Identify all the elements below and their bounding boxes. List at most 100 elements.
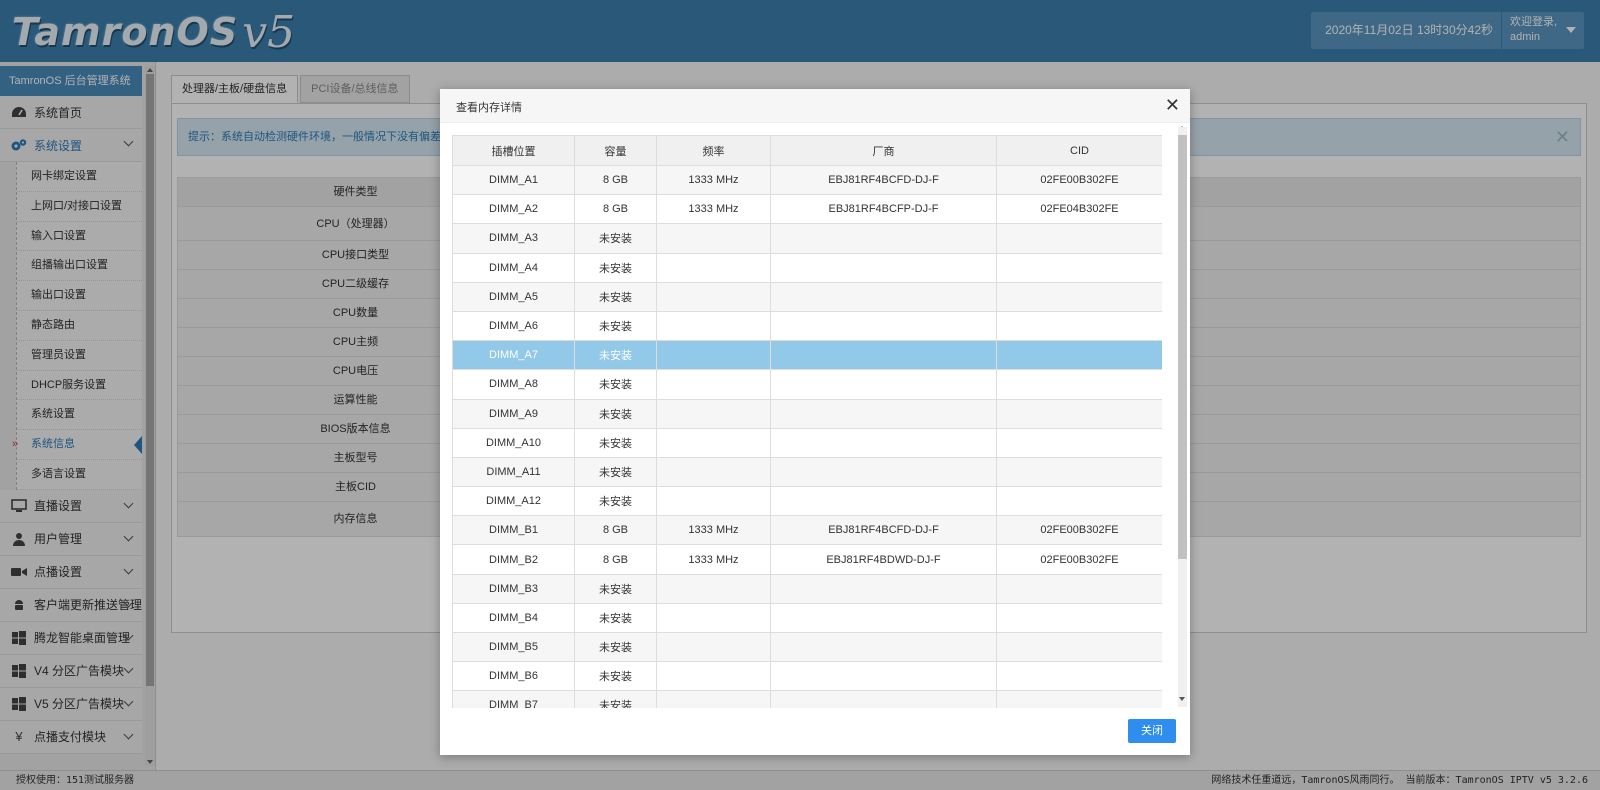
cell-cid xyxy=(996,661,1162,692)
table-row[interactable]: DIMM_A10 未安装 xyxy=(452,427,1162,458)
cell-cid: 02FE00B302FE xyxy=(996,544,1162,575)
table-row[interactable]: DIMM_A7 未安装 xyxy=(452,340,1162,371)
cell-cid xyxy=(996,427,1162,458)
cell-cid xyxy=(996,602,1162,634)
table-row[interactable]: DIMM_A3 未安装 xyxy=(452,223,1162,254)
column-header-frequency: 频率 xyxy=(656,135,771,166)
cell-cid xyxy=(996,223,1162,254)
cell-vendor xyxy=(770,252,997,283)
cell-slot: DIMM_A7 xyxy=(452,340,575,371)
cell-vendor xyxy=(770,427,997,458)
cell-capacity: 8 GB xyxy=(574,544,657,575)
table-row[interactable]: DIMM_A9 未安装 xyxy=(452,398,1162,429)
cell-slot: DIMM_A5 xyxy=(452,281,575,312)
cell-capacity: 未安装 xyxy=(574,223,657,254)
table-row[interactable]: DIMM_B2 8 GB 1333 MHz EBJ81RF4BDWD-DJ-F 02FE… xyxy=(452,544,1162,575)
cell-capacity: 未安装 xyxy=(574,573,657,604)
cell-vendor xyxy=(770,223,997,254)
cell-frequency: 1333 MHz xyxy=(656,544,771,575)
cell-capacity: 未安装 xyxy=(574,398,657,429)
memory-table: 插槽位置 容量 频率 厂商 CID DIMM_A1 8 GB 1333 MHz EBJ… xyxy=(452,135,1162,708)
cell-slot: DIMM_A1 xyxy=(452,164,575,196)
scroll-down-icon[interactable] xyxy=(1179,697,1185,701)
cell-cid xyxy=(996,398,1162,429)
cell-capacity: 未安装 xyxy=(574,690,657,708)
cell-slot: DIMM_B4 xyxy=(452,602,575,634)
cell-cid: 02FE04B302FE xyxy=(996,194,1162,225)
cell-cid xyxy=(996,631,1162,663)
table-row[interactable]: DIMM_B6 未安装 xyxy=(452,661,1162,692)
table-row[interactable]: DIMM_A5 未安装 xyxy=(452,281,1162,312)
cell-frequency xyxy=(656,310,771,342)
cell-cid: 02FE00B302FE xyxy=(996,164,1162,196)
memory-table-container[interactable]: 插槽位置 容量 频率 厂商 CID DIMM_A1 8 GB 1333 MHz EBJ… xyxy=(452,135,1162,708)
table-row[interactable]: DIMM_B5 未安装 xyxy=(452,631,1162,663)
table-row[interactable]: DIMM_A8 未安装 xyxy=(452,369,1162,400)
table-row[interactable]: DIMM_A1 8 GB 1333 MHz EBJ81RF4BCFD-DJ-F 02FE… xyxy=(452,164,1162,196)
cell-vendor xyxy=(770,486,997,517)
cell-capacity: 8 GB xyxy=(574,194,657,225)
cell-frequency: 1333 MHz xyxy=(656,515,771,546)
cell-capacity: 未安装 xyxy=(574,631,657,663)
cell-frequency xyxy=(656,427,771,458)
cell-capacity: 8 GB xyxy=(574,164,657,196)
table-row[interactable]: DIMM_A2 8 GB 1333 MHz EBJ81RF4BCFP-DJ-F 02FE… xyxy=(452,194,1162,225)
cell-slot: DIMM_A2 xyxy=(452,194,575,225)
cell-vendor xyxy=(770,456,997,488)
memory-details-dialog: 查看内存详情 ✕ 插槽位置 容量 频率 厂商 CID DIMM_A1 8 GB 13… xyxy=(440,89,1190,755)
dialog-header: 查看内存详情 ✕ xyxy=(440,89,1190,123)
cell-vendor: EBJ81RF4BCFD-DJ-F xyxy=(770,164,997,196)
dialog-scrollbar[interactable] xyxy=(1176,125,1188,790)
table-row[interactable]: DIMM_B4 未安装 xyxy=(452,602,1162,634)
cell-frequency xyxy=(656,252,771,283)
cell-frequency xyxy=(656,631,771,663)
cell-frequency xyxy=(656,573,771,604)
cell-slot: DIMM_A4 xyxy=(452,252,575,283)
cell-cid xyxy=(996,486,1162,517)
table-row[interactable]: DIMM_A6 未安装 xyxy=(452,310,1162,342)
cell-vendor xyxy=(770,690,997,708)
table-row[interactable]: DIMM_B3 未安装 xyxy=(452,573,1162,604)
cell-vendor xyxy=(770,661,997,692)
scroll-thumb[interactable] xyxy=(1178,135,1187,559)
cell-capacity: 未安装 xyxy=(574,369,657,400)
cell-vendor xyxy=(770,340,997,371)
cell-slot: DIMM_B5 xyxy=(452,631,575,663)
cell-cid xyxy=(996,690,1162,708)
cell-frequency xyxy=(656,690,771,708)
cell-frequency xyxy=(656,340,771,371)
table-row[interactable]: DIMM_B1 8 GB 1333 MHz EBJ81RF4BCFD-DJ-F 02FE… xyxy=(452,515,1162,546)
table-header-row: 插槽位置 容量 频率 厂商 CID xyxy=(452,135,1162,166)
cell-capacity: 未安装 xyxy=(574,486,657,517)
table-row[interactable]: DIMM_A11 未安装 xyxy=(452,456,1162,488)
cell-capacity: 未安装 xyxy=(574,281,657,312)
table-row[interactable]: DIMM_A4 未安装 xyxy=(452,252,1162,283)
close-button[interactable]: 关闭 xyxy=(1128,719,1176,743)
cell-slot: DIMM_A12 xyxy=(452,486,575,517)
cell-vendor xyxy=(770,573,997,604)
cell-cid xyxy=(996,340,1162,371)
cell-slot: DIMM_B7 xyxy=(452,690,575,708)
cell-vendor: EBJ81RF4BCFD-DJ-F xyxy=(770,515,997,546)
cell-capacity: 未安装 xyxy=(574,456,657,488)
cell-frequency xyxy=(656,281,771,312)
cell-frequency xyxy=(656,456,771,488)
cell-frequency: 1333 MHz xyxy=(656,194,771,225)
column-header-vendor: 厂商 xyxy=(770,135,997,166)
cell-frequency xyxy=(656,602,771,634)
memory-table-body: DIMM_A1 8 GB 1333 MHz EBJ81RF4BCFD-DJ-F 02FE… xyxy=(452,164,1162,708)
close-icon[interactable]: ✕ xyxy=(1165,95,1180,115)
cell-vendor xyxy=(770,631,997,663)
cell-capacity: 未安装 xyxy=(574,340,657,371)
cell-vendor xyxy=(770,281,997,312)
cell-slot: DIMM_A11 xyxy=(452,456,575,488)
dialog-title: 查看内存详情 xyxy=(456,102,522,114)
cell-cid xyxy=(996,369,1162,400)
cell-cid xyxy=(996,281,1162,312)
table-row[interactable]: DIMM_A12 未安装 xyxy=(452,486,1162,517)
table-row[interactable]: DIMM_B7 未安装 xyxy=(452,690,1162,708)
cell-slot: DIMM_B1 xyxy=(452,515,575,546)
cell-cid xyxy=(996,456,1162,488)
cell-slot: DIMM_B6 xyxy=(452,661,575,692)
cell-capacity: 未安装 xyxy=(574,602,657,634)
